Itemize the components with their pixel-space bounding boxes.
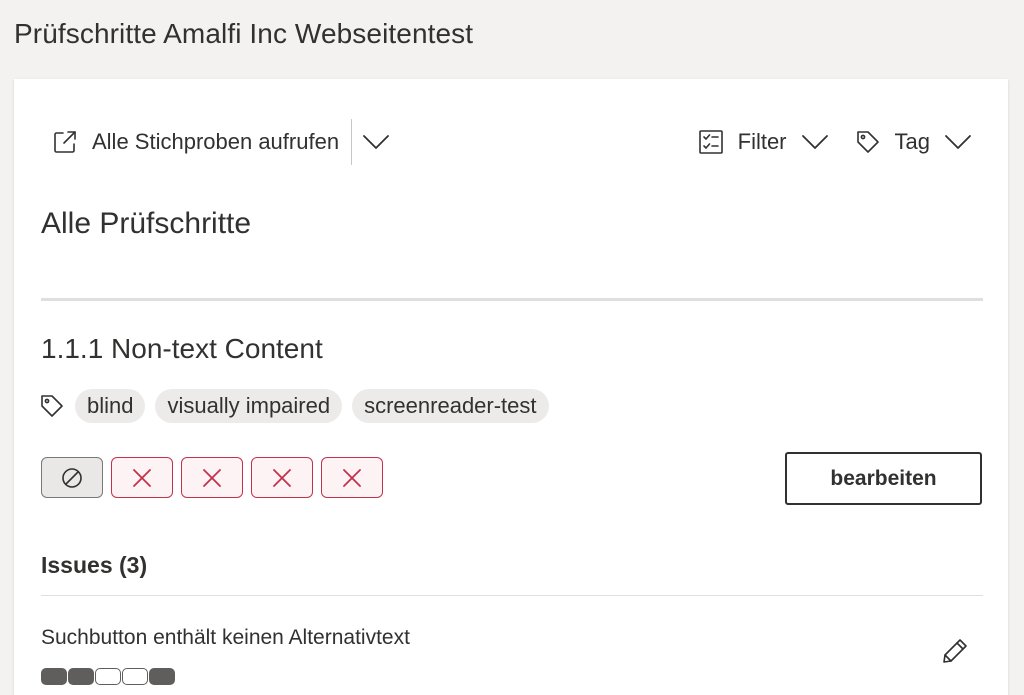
- status-fail[interactable]: [251, 457, 313, 498]
- circle-slash-icon: [60, 466, 84, 490]
- severity-segment: [122, 668, 148, 685]
- divider: [41, 595, 983, 596]
- open-all-samples-button[interactable]: Alle Stichproben aufrufen: [52, 129, 339, 155]
- toolbar-left: Alle Stichproben aufrufen: [52, 119, 390, 165]
- cross-icon: [341, 467, 363, 489]
- tag-button[interactable]: Tag: [855, 129, 972, 155]
- tag-icon: [855, 129, 881, 155]
- issue-title[interactable]: Suchbutton enthält keinen Alternativtext: [41, 626, 410, 650]
- cross-icon: [201, 467, 223, 489]
- issues-heading: Issues (3): [41, 552, 148, 578]
- status-fail[interactable]: [111, 457, 173, 498]
- cross-icon: [271, 467, 293, 489]
- pencil-icon[interactable]: [940, 636, 970, 666]
- open-external-icon: [52, 129, 78, 155]
- chevron-down-icon: [944, 133, 972, 151]
- edit-button[interactable]: bearbeiten: [785, 452, 982, 505]
- severity-indicator: [41, 668, 176, 685]
- chevron-down-icon: [801, 133, 829, 151]
- severity-segment: [95, 668, 121, 685]
- divider: [41, 298, 983, 301]
- open-all-samples-label: Alle Stichproben aufrufen: [92, 129, 340, 154]
- check-item-title: 1.1.1 Non-text Content: [41, 333, 323, 364]
- tag-chip[interactable]: screenreader-test: [352, 389, 549, 423]
- tag-chip[interactable]: blind: [75, 389, 146, 423]
- page-title: Prüfschritte Amalfi Inc Webseitentest: [14, 18, 474, 49]
- section-heading: Alle Prüfschritte: [41, 207, 252, 240]
- severity-segment: [149, 668, 175, 685]
- tag-chip[interactable]: visually impaired: [155, 389, 343, 423]
- toolbar-divider: [351, 119, 353, 165]
- status-fail[interactable]: [181, 457, 243, 498]
- tags-row: blind visually impaired screenreader-tes…: [39, 389, 559, 423]
- tag-icon: [39, 393, 65, 419]
- toolbar-right: Filter Tag: [698, 127, 972, 157]
- steps-card: Alle Stichproben aufrufen Filter Tag All…: [14, 79, 1008, 695]
- filter-label: Filter: [737, 129, 787, 154]
- sample-status-row: [41, 457, 391, 498]
- cross-icon: [131, 467, 153, 489]
- severity-segment: [68, 668, 94, 685]
- checklist-icon: [698, 129, 724, 155]
- chevron-down-icon[interactable]: [362, 133, 390, 151]
- severity-segment: [41, 668, 67, 685]
- filter-button[interactable]: Filter: [698, 129, 829, 155]
- tag-label: Tag: [894, 129, 930, 154]
- status-not-applicable[interactable]: [41, 457, 103, 498]
- status-fail[interactable]: [321, 457, 383, 498]
